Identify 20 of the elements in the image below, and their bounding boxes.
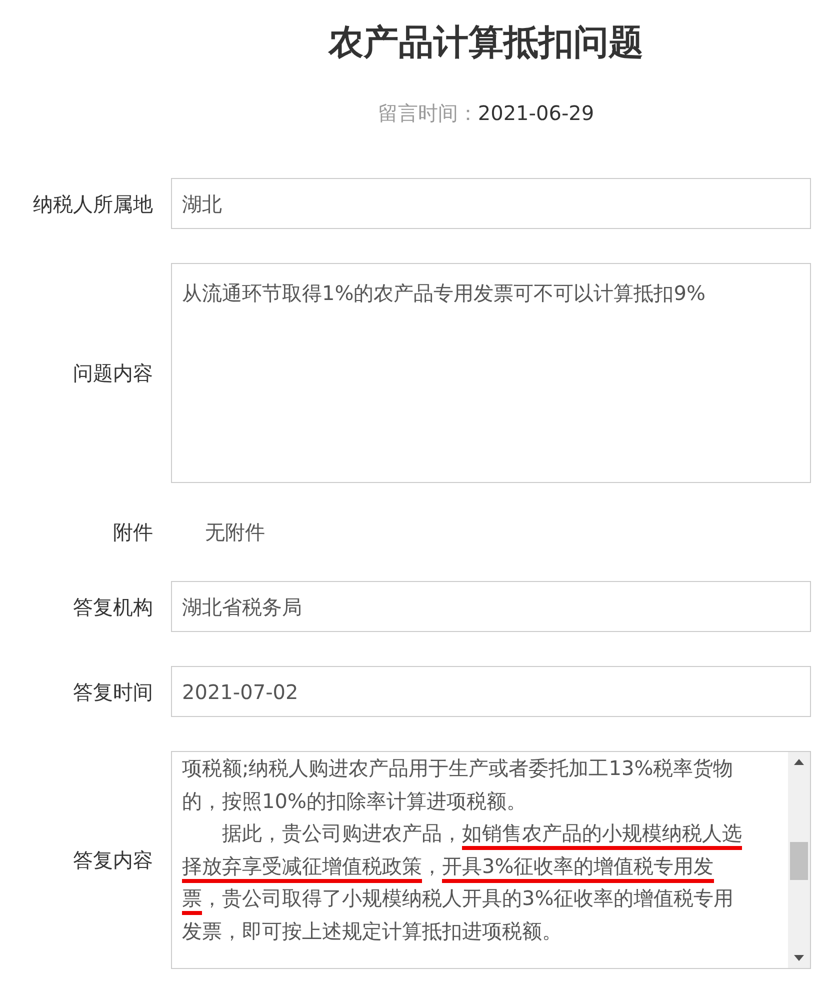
scroll-up-icon[interactable] <box>794 759 804 765</box>
text-field[interactable]: 湖北省税务局 <box>171 581 811 632</box>
field-label: 附件 <box>112 519 154 546</box>
text-field[interactable]: 湖北 <box>171 178 811 229</box>
scroll-down-icon[interactable] <box>794 955 804 961</box>
field-label: 纳税人所属地 <box>32 190 154 218</box>
page-title: 农产品计算抵扣问题 <box>327 22 644 64</box>
answer-area[interactable]: 项税额;纳税人购进农产品用于生产或者委托加工13%税率货物的，按照10%的扣除率计算进项税额。 据此，贵公司购进农产品，如销售农产品的小规模纳税人选择放弃享受减征增值税政策，开具3%征收率的增值税专用发票，贵公司取得了小规模纳税人开具的3%征收率的增值税专用发票，即可按上述规定计算抵扣进项税额。 <box>171 751 811 969</box>
answer-paragraph: 据此，贵公司购进农产品，如销售农产品的小规模纳税人选择放弃享受减征增值税政策，开具3%征收率的增值税专用发票，贵公司取得了小规模纳税人开具的3%征收率的增值税专用发票，即可按上述规定计算抵扣进项税额。 <box>182 820 743 944</box>
attachment-text: 无附件 <box>205 519 265 546</box>
scroll-thumb[interactable] <box>790 842 808 880</box>
field-label: 答复时间 <box>72 678 154 706</box>
message-time-label: 留言时间： <box>378 101 478 125</box>
message-time-value: 2021-06-29 <box>478 101 594 125</box>
text-field[interactable]: 2021-07-02 <box>171 666 811 717</box>
answer-paragraph: 项税额;纳税人购进农产品用于生产或者委托加工13%税率货物的，按照10%的扣除率计算进项税额。 <box>182 755 734 814</box>
field-label: 答复机构 <box>72 594 154 620</box>
field-label: 问题内容 <box>72 360 154 387</box>
field-label: 答复内容 <box>72 847 154 874</box>
text-area[interactable]: 从流通环节取得1%的农产品专用发票可不可以计算抵扣9% <box>171 263 811 483</box>
